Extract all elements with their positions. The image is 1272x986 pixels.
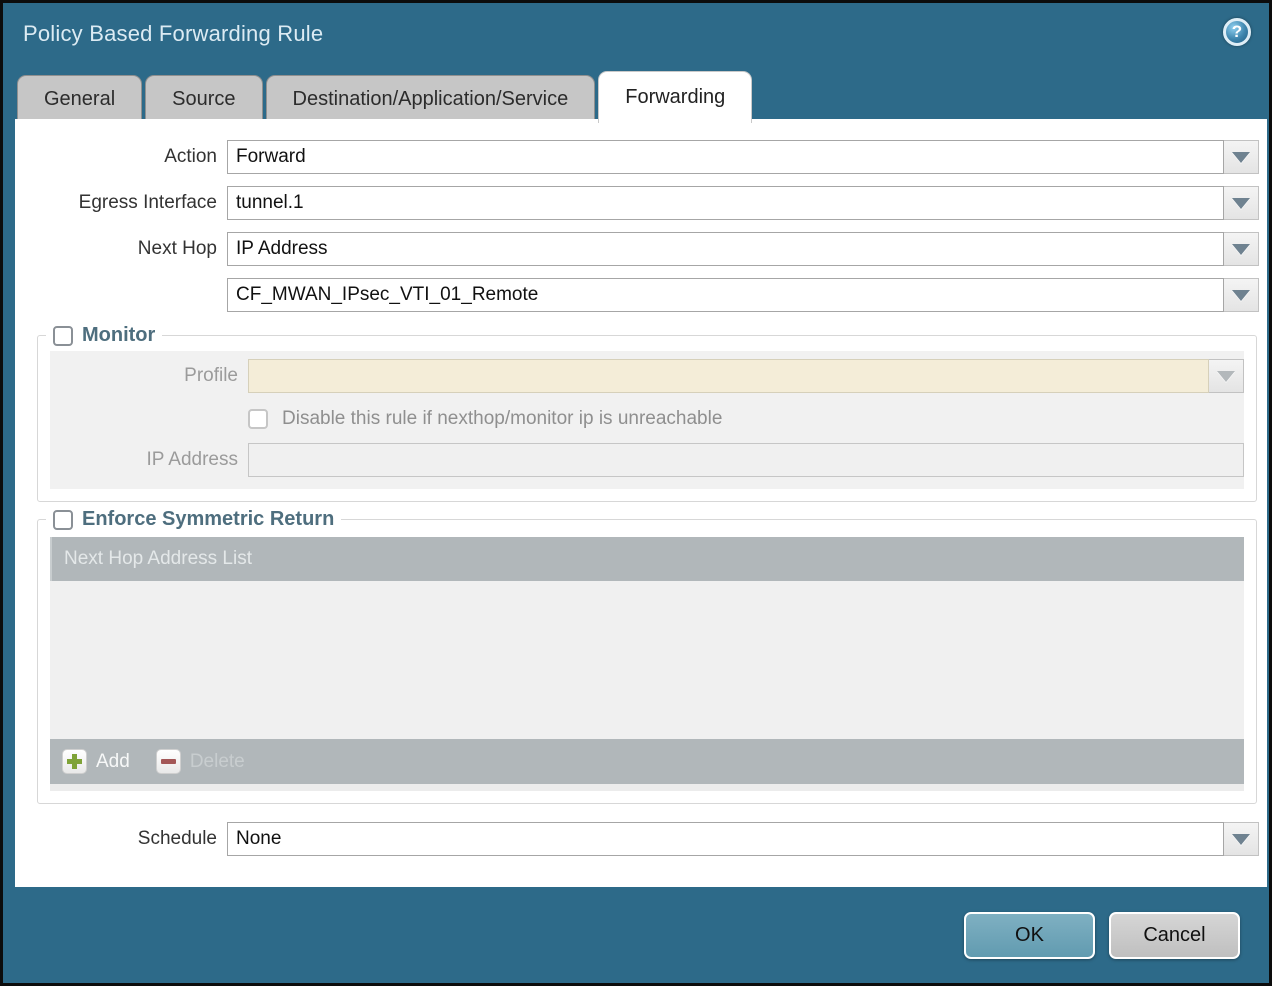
schedule-dropdown-button[interactable] (1224, 822, 1259, 856)
disable-rule-label: Disable this rule if nexthop/monitor ip … (282, 408, 722, 430)
next-hop-address-select[interactable]: CF_MWAN_IPsec_VTI_01_Remote (227, 278, 1224, 312)
monitor-legend: Monitor (46, 324, 162, 347)
chevron-down-icon (1232, 290, 1250, 301)
table-body-empty[interactable] (50, 581, 1244, 739)
egress-interface-select[interactable]: tunnel.1 (227, 186, 1224, 220)
symmetric-return-legend: Enforce Symmetric Return (46, 508, 341, 531)
profile-row: Profile (50, 359, 1244, 393)
egress-interface-row: Egress Interface tunnel.1 (15, 186, 1259, 220)
chevron-down-icon (1232, 198, 1250, 209)
tab-bar: General Source Destination/Application/S… (17, 71, 755, 123)
disable-rule-row: Disable this rule if nexthop/monitor ip … (248, 405, 1244, 433)
next-hop-address-list-table: Next Hop Address List Add Delete (50, 537, 1244, 791)
tab-source[interactable]: Source (145, 75, 262, 123)
table-footer: Add Delete (50, 739, 1244, 784)
symmetric-return-legend-label: Enforce Symmetric Return (82, 508, 334, 531)
action-select[interactable]: Forward (227, 140, 1224, 174)
monitor-ip-address-row: IP Address (50, 443, 1244, 477)
add-button-label: Add (96, 751, 130, 773)
plus-icon (62, 749, 87, 774)
next-hop-address-row: CF_MWAN_IPsec_VTI_01_Remote (15, 278, 1259, 312)
profile-dropdown-button (1209, 359, 1244, 393)
table-column-header: Next Hop Address List (50, 537, 1244, 581)
delete-button: Delete (156, 749, 245, 774)
chevron-down-icon (1217, 371, 1235, 382)
schedule-label: Schedule (15, 828, 227, 850)
tab-general[interactable]: General (17, 75, 142, 123)
next-hop-label: Next Hop (15, 238, 227, 260)
next-hop-dropdown-button[interactable] (1224, 232, 1259, 266)
table-bottom-strip (50, 784, 1244, 791)
next-hop-address-dropdown-button[interactable] (1224, 278, 1259, 312)
chevron-down-icon (1232, 244, 1250, 255)
action-row: Action Forward (15, 140, 1259, 174)
next-hop-row: Next Hop IP Address (15, 232, 1259, 266)
monitor-checkbox[interactable] (53, 326, 73, 346)
monitor-fieldset: Monitor Profile Disable this rule if nex… (37, 324, 1257, 502)
monitor-panel: Profile Disable this rule if nexthop/mon… (50, 351, 1244, 489)
dialog-title: Policy Based Forwarding Rule (23, 21, 323, 47)
disable-rule-checkbox (248, 409, 268, 429)
profile-select (248, 359, 1209, 393)
delete-button-label: Delete (190, 751, 245, 773)
tab-forwarding[interactable]: Forwarding (598, 71, 752, 123)
monitor-legend-label: Monitor (82, 324, 155, 347)
tab-destination-application-service[interactable]: Destination/Application/Service (266, 75, 596, 123)
add-button[interactable]: Add (62, 749, 130, 774)
chevron-down-icon (1232, 152, 1250, 163)
help-icon[interactable]: ? (1223, 18, 1251, 46)
cancel-button[interactable]: Cancel (1109, 912, 1240, 959)
profile-label: Profile (50, 365, 248, 387)
monitor-ip-address-label: IP Address (50, 449, 248, 471)
ok-button[interactable]: OK (964, 912, 1095, 959)
dialog-footer: OK Cancel (964, 912, 1240, 959)
forwarding-tab-panel: Action Forward Egress Interface tunnel.1… (15, 119, 1267, 887)
policy-based-forwarding-rule-dialog: Policy Based Forwarding Rule ? General S… (0, 0, 1272, 986)
egress-interface-dropdown-button[interactable] (1224, 186, 1259, 220)
minus-icon (156, 749, 181, 774)
monitor-ip-address-input (248, 443, 1244, 477)
schedule-select[interactable]: None (227, 822, 1224, 856)
symmetric-return-fieldset: Enforce Symmetric Return Next Hop Addres… (37, 508, 1257, 804)
next-hop-select[interactable]: IP Address (227, 232, 1224, 266)
symmetric-return-checkbox[interactable] (53, 510, 73, 530)
action-dropdown-button[interactable] (1224, 140, 1259, 174)
title-bar: Policy Based Forwarding Rule ? (3, 3, 1269, 69)
action-label: Action (15, 146, 227, 168)
chevron-down-icon (1232, 834, 1250, 845)
egress-interface-label: Egress Interface (15, 192, 227, 214)
schedule-row: Schedule None (15, 822, 1259, 856)
